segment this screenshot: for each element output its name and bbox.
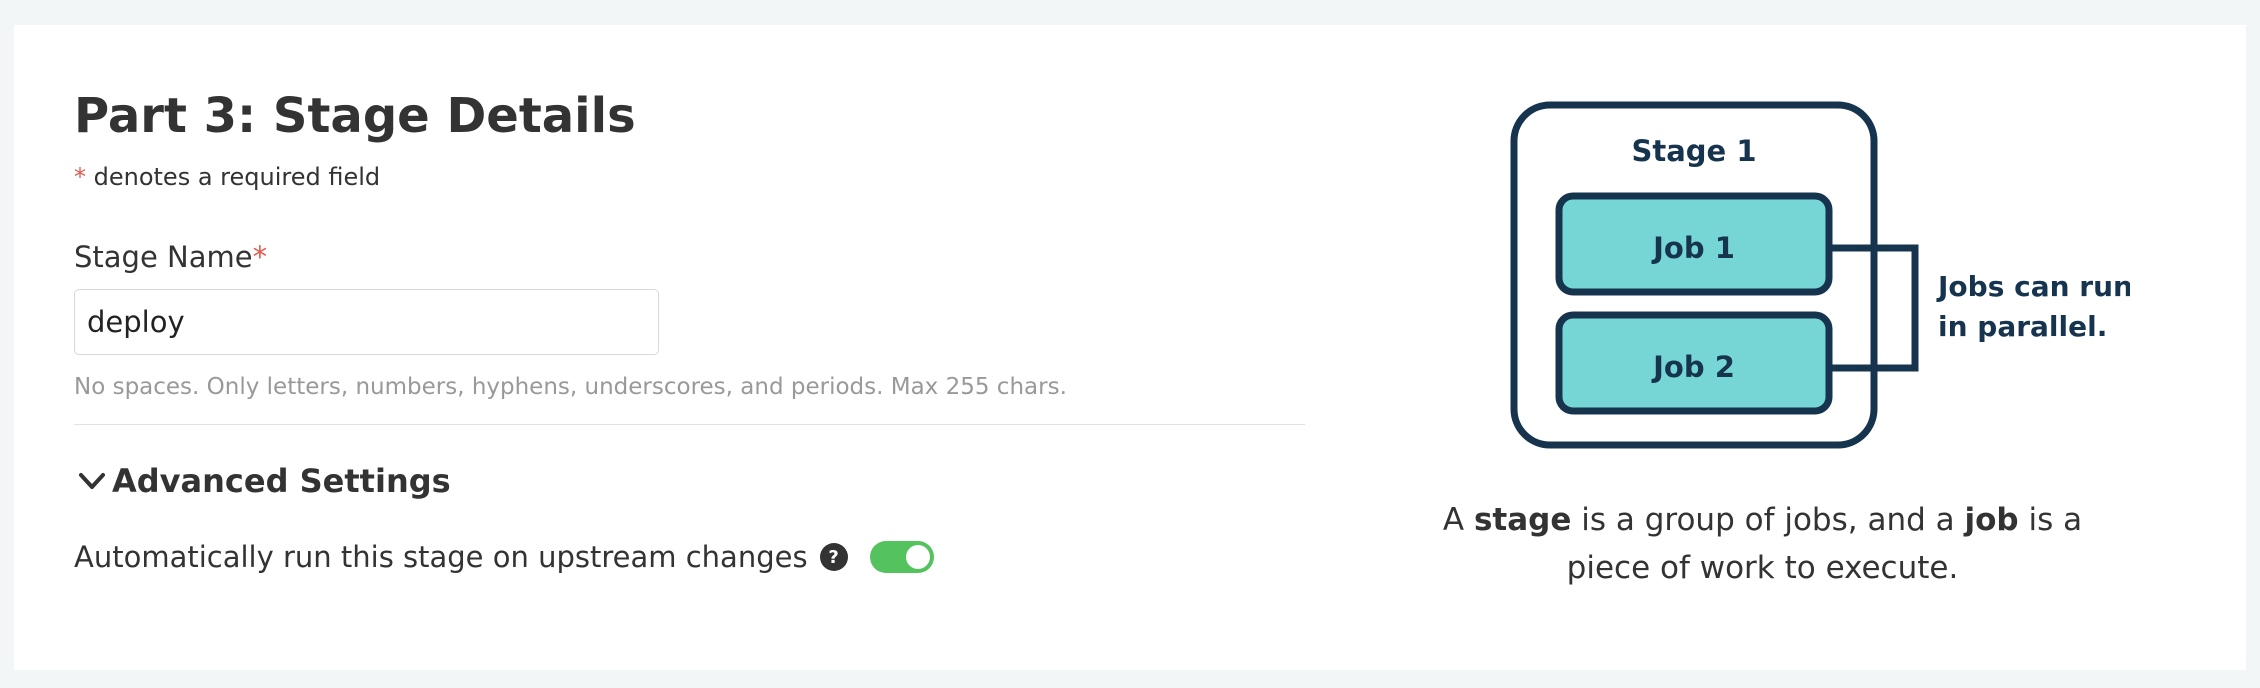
caption-text-a: A bbox=[1442, 502, 1474, 538]
auto-run-label: Automatically run this stage on upstream… bbox=[74, 540, 808, 574]
auto-run-row: Automatically run this stage on upstream… bbox=[74, 540, 934, 574]
section-divider bbox=[74, 424, 1305, 425]
caption-term-job: job bbox=[1964, 502, 2019, 538]
diagram-caption: A stage is a group of jobs, and a job is… bbox=[1430, 496, 2095, 592]
required-note: * denotes a required field bbox=[74, 163, 380, 191]
required-note-text: denotes a required field bbox=[86, 163, 381, 191]
required-star: * bbox=[252, 240, 268, 274]
job-box-label-2: Job 2 bbox=[1651, 350, 1735, 384]
auto-run-toggle[interactable] bbox=[869, 541, 934, 573]
caption-text-b: is a group of jobs, and a bbox=[1571, 502, 1965, 538]
toggle-knob bbox=[905, 545, 930, 569]
parallel-note-line1: Jobs can run bbox=[1936, 270, 2130, 303]
required-star: * bbox=[74, 163, 86, 191]
job-box-label-1: Job 1 bbox=[1651, 231, 1735, 265]
stage-diagram: Stage 1 Job 1 Job 2 Jobs can run in para… bbox=[1510, 101, 2130, 449]
advanced-settings-title: Advanced Settings bbox=[112, 462, 451, 500]
parallel-note-line2: in parallel. bbox=[1938, 310, 2107, 343]
caption-term-stage: stage bbox=[1473, 502, 1572, 538]
help-icon[interactable]: ? bbox=[819, 543, 848, 571]
stage-name-hint: No spaces. Only letters, numbers, hyphen… bbox=[74, 374, 1067, 400]
stage-box-label: Stage 1 bbox=[1631, 134, 1756, 168]
chevron-down-icon bbox=[79, 473, 105, 489]
stage-name-label: Stage Name* bbox=[74, 240, 267, 274]
stage-name-label-text: Stage Name bbox=[74, 240, 253, 274]
page-title: Part 3: Stage Details bbox=[74, 88, 636, 144]
advanced-settings-toggle[interactable]: Advanced Settings bbox=[74, 462, 451, 500]
stage-name-input[interactable] bbox=[74, 289, 659, 355]
